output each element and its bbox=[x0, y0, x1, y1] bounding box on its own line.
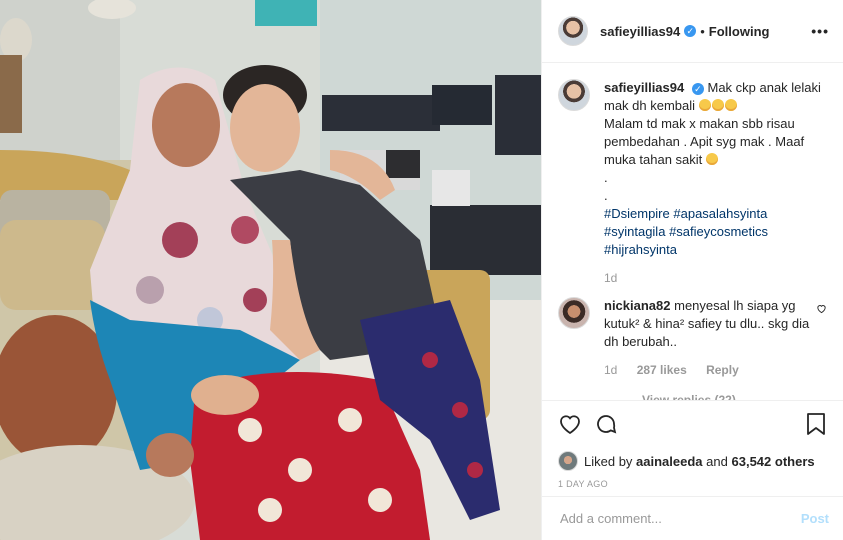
following-button[interactable]: Following bbox=[709, 24, 770, 39]
post-photo[interactable] bbox=[0, 0, 541, 540]
caption-dot: . bbox=[604, 170, 608, 185]
avatar[interactable] bbox=[558, 451, 578, 471]
comment-input[interactable] bbox=[558, 510, 801, 527]
photo-illustration bbox=[0, 0, 541, 540]
caption-time[interactable]: 1d bbox=[604, 271, 617, 285]
small-heart-icon[interactable] bbox=[816, 303, 827, 314]
avatar[interactable] bbox=[558, 297, 590, 329]
hashtag-link[interactable]: #apasalahsyinta bbox=[673, 206, 767, 221]
hashtag-link[interactable]: #Dsiempire bbox=[604, 206, 670, 221]
grin-emoji-icon bbox=[698, 98, 738, 113]
caption: safieyillias94 ✓ Mak ckp anak lelaki mak… bbox=[558, 79, 827, 287]
caption-username[interactable]: safieyillias94 bbox=[604, 80, 684, 95]
add-comment-bar: Post bbox=[542, 496, 843, 540]
avatar[interactable] bbox=[558, 16, 588, 46]
caption-dot: . bbox=[604, 188, 608, 203]
comments-list[interactable]: safieyillias94 ✓ Mak ckp anak lelaki mak… bbox=[542, 63, 843, 400]
hashtag-link[interactable]: #safieycosmetics bbox=[669, 224, 768, 239]
header-separator: • bbox=[700, 23, 705, 39]
post-timestamp[interactable]: 1 DAY AGO bbox=[558, 479, 827, 489]
comment-username[interactable]: nickiana82 bbox=[604, 298, 671, 313]
avatar[interactable] bbox=[558, 79, 590, 111]
caption-line2: Malam td mak x makan sbb risau pembedaha… bbox=[604, 116, 805, 167]
post-side-panel: safieyillias94 ✓ • Following ••• safieyi… bbox=[541, 0, 843, 540]
smile-emoji-icon bbox=[705, 153, 718, 165]
instagram-post: safieyillias94 ✓ • Following ••• safieyi… bbox=[0, 0, 843, 540]
heart-icon[interactable] bbox=[558, 412, 582, 436]
comment-item: nickiana82 menyesal lh siapa yg kutuk² &… bbox=[558, 297, 827, 400]
reply-button[interactable]: Reply bbox=[706, 363, 739, 377]
verified-icon: ✓ bbox=[691, 83, 704, 95]
likes-prefix: Liked by bbox=[584, 453, 633, 469]
comment-icon[interactable] bbox=[594, 412, 618, 436]
comment-time[interactable]: 1d bbox=[604, 363, 617, 377]
comment-meta: 1d 287 likes Reply bbox=[604, 361, 810, 379]
post-actions: Liked by aainaleeda and 63,542 others 1 … bbox=[542, 400, 843, 496]
likes-summary: Liked by aainaleeda and 63,542 others bbox=[558, 451, 827, 471]
post-button[interactable]: Post bbox=[801, 511, 829, 526]
more-icon[interactable]: ••• bbox=[811, 23, 829, 39]
likes-connector: and bbox=[706, 453, 728, 469]
hashtag-link[interactable]: #syintagila bbox=[604, 224, 665, 239]
verified-icon: ✓ bbox=[684, 25, 697, 37]
view-replies-button[interactable]: View replies (22) bbox=[604, 391, 810, 400]
likes-others[interactable]: 63,542 others bbox=[732, 454, 815, 469]
hashtag-link[interactable]: #hijrahsyinta bbox=[604, 242, 677, 257]
bookmark-icon[interactable] bbox=[805, 412, 827, 436]
caption-meta: 1d bbox=[604, 269, 827, 287]
post-header: safieyillias94 ✓ • Following ••• bbox=[542, 0, 843, 63]
view-replies-label: View replies (22) bbox=[642, 393, 736, 400]
header-username[interactable]: safieyillias94 bbox=[600, 24, 680, 39]
liked-by-user[interactable]: aainaleeda bbox=[636, 454, 703, 469]
comment-likes[interactable]: 287 likes bbox=[637, 363, 687, 377]
